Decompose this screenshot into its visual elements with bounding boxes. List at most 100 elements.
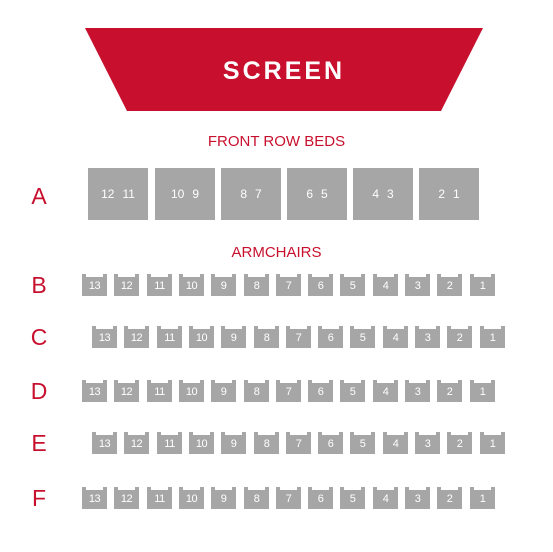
armchair-seat[interactable]: 10 [179,380,204,402]
armchair-seat[interactable]: 10 [189,432,214,454]
armchair-seat[interactable]: 13 [92,432,117,454]
seat-number: 1 [479,386,486,398]
armchair-seat[interactable]: 13 [82,380,107,402]
armchair-seat[interactable]: 2 [447,326,472,348]
screen-banner: SCREEN [85,28,483,111]
armchair-seat[interactable]: 2 [437,380,462,402]
armchair-seat[interactable]: 13 [92,326,117,348]
armchair-seat[interactable]: 10 [179,487,204,509]
seat-number: 11 [154,493,165,505]
armchair-seat[interactable]: 4 [383,432,408,454]
bed-10-9[interactable]: 10 9 [155,168,215,220]
armchair-seat[interactable]: 9 [211,487,236,509]
bed-seat-number: 7 [255,187,262,201]
seat-number: 5 [359,332,366,344]
armchair-seat[interactable]: 9 [221,326,246,348]
armchair-seat[interactable]: 2 [447,432,472,454]
armchair-seat[interactable]: 8 [244,274,269,296]
armchair-seat[interactable]: 6 [318,326,343,348]
seat-number: 6 [327,438,334,450]
armchair-seat[interactable]: 4 [373,487,398,509]
seat-number: 8 [253,386,260,398]
armchair-seat[interactable]: 10 [179,274,204,296]
armchair-seat[interactable]: 11 [147,274,172,296]
seat-number: 8 [253,493,260,505]
seat-number: 13 [88,280,101,292]
seat-number: 4 [382,493,389,505]
bed-seat-number: 10 [170,187,185,201]
bed-4-3[interactable]: 43 [353,168,413,220]
armchair-seat[interactable]: 5 [350,432,375,454]
armchair-seat[interactable]: 8 [254,326,279,348]
bed-2-1[interactable]: 21 [419,168,479,220]
armchair-seat[interactable]: 12 [114,274,139,296]
bed-6-5[interactable]: 65 [287,168,347,220]
seat-number: 9 [230,438,237,450]
armchair-seat[interactable]: 6 [308,274,333,296]
seat-number: 5 [349,280,356,292]
armchair-seat[interactable]: 7 [276,380,301,402]
seat-number: 1 [489,332,496,344]
armchair-seat[interactable]: 8 [254,432,279,454]
armchair-seat[interactable]: 6 [308,487,333,509]
armchair-seat[interactable]: 3 [415,432,440,454]
armchair-seat[interactable]: 7 [276,487,301,509]
armchair-seat[interactable]: 5 [350,326,375,348]
armchair-seat[interactable]: 1 [470,380,495,402]
armchair-seat[interactable]: 3 [405,487,430,509]
armchair-seat[interactable]: 11 [147,487,172,509]
armchair-seat[interactable]: 12 [114,487,139,509]
armchair-seat[interactable]: 13 [82,274,107,296]
armchair-seat[interactable]: 5 [340,274,365,296]
armchair-seat[interactable]: 2 [437,274,462,296]
armchair-seat[interactable]: 4 [373,274,398,296]
armchair-seat[interactable]: 1 [480,432,505,454]
armchair-seat[interactable]: 1 [480,326,505,348]
seat-number: 2 [446,493,453,505]
seat-number: 12 [120,493,133,505]
armchair-seat[interactable]: 1 [470,487,495,509]
armchair-seat[interactable]: 8 [244,380,269,402]
armchair-seat[interactable]: 2 [437,487,462,509]
armchair-seat[interactable]: 13 [82,487,107,509]
seat-number: 13 [88,386,101,398]
armchair-seat[interactable]: 5 [340,487,365,509]
seat-number: 7 [295,438,302,450]
armchair-seat[interactable]: 4 [383,326,408,348]
armchair-seat[interactable]: 9 [221,432,246,454]
bed-8-7[interactable]: 87 [221,168,281,220]
bed-seat-number: 5 [321,187,328,201]
seat-number: 10 [195,438,208,450]
armchair-seat[interactable]: 10 [189,326,214,348]
seat-number: 11 [154,280,165,292]
armchair-seat[interactable]: 8 [244,487,269,509]
seat-number: 2 [446,386,453,398]
seat-number: 7 [295,332,302,344]
armchair-seat[interactable]: 12 [124,326,149,348]
armchair-seat[interactable]: 7 [286,326,311,348]
armchair-seat[interactable]: 11 [147,380,172,402]
armchair-seat[interactable]: 5 [340,380,365,402]
armchair-seat[interactable]: 9 [211,274,236,296]
armchair-seat[interactable]: 1 [470,274,495,296]
armchair-seat[interactable]: 6 [318,432,343,454]
armchair-seat[interactable]: 12 [114,380,139,402]
armchair-seat[interactable]: 9 [211,380,236,402]
armchair-seat[interactable]: 12 [124,432,149,454]
seat-number: 8 [253,280,260,292]
armchair-seat[interactable]: 4 [373,380,398,402]
bed-12-11[interactable]: 12 11 [88,168,148,220]
armchair-seat[interactable]: 6 [308,380,333,402]
seat-number: 6 [327,332,334,344]
armchair-seat[interactable]: 3 [415,326,440,348]
seat-number: 5 [359,438,366,450]
seat-number: 9 [220,386,227,398]
seat-number: 3 [414,386,421,398]
armchair-seat[interactable]: 11 [157,432,182,454]
armchair-seat[interactable]: 11 [157,326,182,348]
armchair-seat[interactable]: 7 [276,274,301,296]
armchair-seat[interactable]: 3 [405,380,430,402]
armchair-seat[interactable]: 3 [405,274,430,296]
seat-number: 9 [220,280,227,292]
armchair-seat[interactable]: 7 [286,432,311,454]
